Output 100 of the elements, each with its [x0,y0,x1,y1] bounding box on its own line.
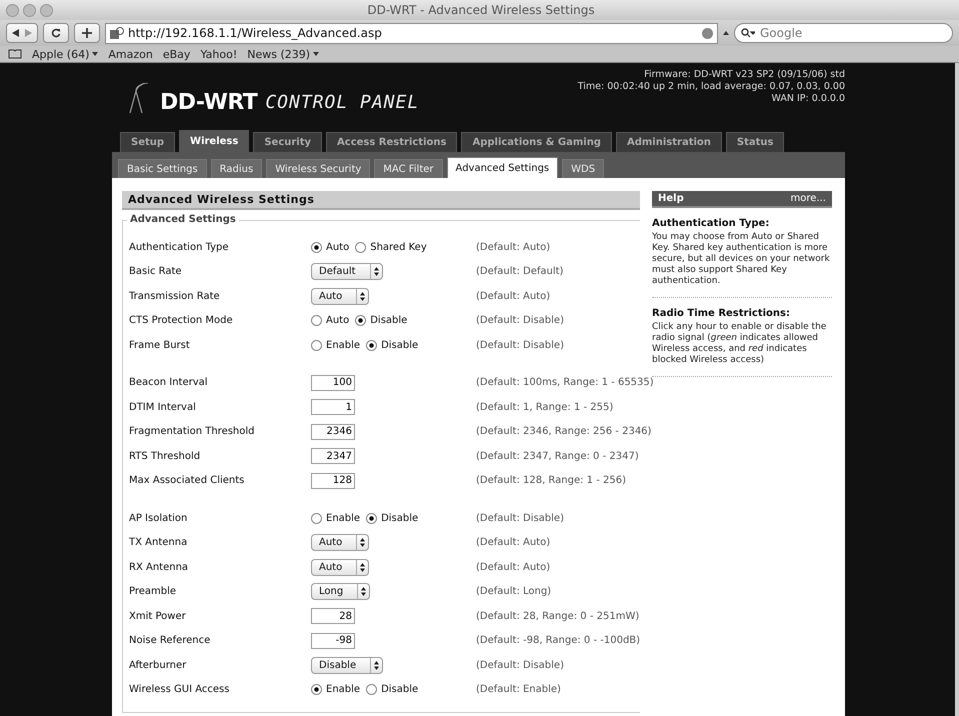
radio-button[interactable] [366,512,378,524]
input-field[interactable]: 2346 [311,424,355,440]
default-hint: (Default: Default) [476,266,564,278]
radio-button[interactable] [366,340,378,351]
setting-label: DTIM Interval [129,402,197,413]
select-dropdown[interactable]: Auto [311,288,370,305]
default-hint: (Default: Disable) [476,660,565,671]
radio-button[interactable] [366,684,378,696]
radio-option[interactable]: Disable [366,340,418,351]
select-dropdown[interactable]: Auto [311,534,370,552]
default-hint: (Default: Auto) [476,290,552,302]
help-text: You may choose from Auto or Shared Key. Shared key authentication is more secure, but all devices on your network must also support Shared Key authentication. [652,232,831,287]
bookmark-link[interactable]: eBay [162,48,190,60]
search-field[interactable]: Google [734,23,953,43]
back-icon [12,29,19,37]
more-link[interactable]: more... [790,193,826,204]
sub-tab[interactable]: MAC Filter [374,159,443,178]
setting-label: AP Isolation [129,512,188,524]
sub-tab[interactable]: Radius [210,159,262,178]
nav-tab[interactable]: Wireless [179,130,250,152]
bookmark-link[interactable]: Amazon [108,48,153,60]
section-title: Advanced Wireless Settings [122,191,640,210]
nav-tab[interactable]: Status [726,132,784,152]
help-heading: Authentication Type: [652,218,770,229]
default-hint: (Default: -98, Range: 0 - -100dB) [476,635,640,646]
sub-tab[interactable]: WDS [562,159,604,178]
updown-arrows-icon [360,538,366,548]
select-dropdown[interactable]: Auto [311,558,370,576]
default-hint: (Default: 128, Range: 1 - 256) [476,475,627,486]
input-field[interactable]: 1 [311,399,355,416]
search-icon [741,28,755,38]
status-info: Firmware: DD-WRT v23 SP2 (09/15/06) std [644,69,845,81]
default-hint: (Default: Disable) [476,315,565,326]
updown-arrows-icon [361,587,366,596]
radio-option[interactable]: Enable [311,512,360,524]
radio-option[interactable]: Disable [355,315,408,326]
select-dropdown[interactable]: Long [311,583,370,600]
fieldset-legend: Advanced Settings [127,214,239,225]
back-forward-button[interactable] [6,23,38,43]
setting-label: Afterburner [129,660,188,671]
setting-label: Basic Rate [129,266,183,278]
radio-button[interactable] [355,315,366,326]
input-field[interactable]: 128 [311,472,355,489]
logo-subtitle: CONTROL PANEL [265,92,420,115]
default-hint: (Default: Disable) [476,340,565,351]
radio-option[interactable]: Disable [366,684,418,696]
updown-arrows-icon [360,562,366,572]
radio-option[interactable]: Auto [311,315,350,326]
updown-arrows-icon [360,292,366,301]
default-hint: (Default: Auto) [476,562,552,573]
input-field[interactable]: 100 [311,374,355,391]
radio-option[interactable]: Enable [311,684,360,696]
input-field[interactable]: 2347 [311,448,355,464]
nav-tab[interactable]: Setup [120,132,176,152]
add-bookmark-button[interactable] [74,23,100,43]
window-title: DD-WRT - Advanced Wireless Settings [366,3,596,17]
setting-label: CTS Protection Mode [129,315,234,326]
refresh-circle-icon [702,28,713,38]
select-dropdown[interactable]: Disable [311,656,384,674]
setting-label: Authentication Type [129,242,230,253]
radio-option[interactable]: Disable [366,512,418,524]
radio-button[interactable] [311,512,322,524]
sub-tab[interactable]: Basic Settings [118,159,207,178]
book-icon[interactable] [8,49,22,59]
reload-button[interactable] [43,23,69,43]
status-info: Time: 00:02:40 up 2 min, load average: 0.07, 0.03, 0.00 [578,81,845,93]
radio-button[interactable] [311,242,322,253]
nav-tab[interactable]: Security [253,132,322,152]
input-field[interactable]: -98 [311,632,355,649]
setting-label: TX Antenna [129,537,188,548]
setting-label: Beacon Interval [129,377,209,388]
nav-tab[interactable]: Administration [616,132,722,152]
bookmark-link[interactable]: News (239) [247,48,320,60]
setting-label: Preamble [129,586,178,598]
input-field[interactable]: 28 [311,608,355,624]
default-hint: (Default: Auto) [476,537,552,548]
select-dropdown[interactable]: Default [311,263,383,280]
bookmark-link[interactable]: Apple (64) [32,48,98,60]
radio-button[interactable] [311,315,322,326]
address-field[interactable]: http://192.168.1.1/Wireless_Advanced.asp [105,22,718,44]
sub-tab[interactable]: Wireless Security [266,159,370,178]
nav-tab[interactable]: Access Restrictions [326,132,458,152]
help-heading: Radio Time Restrictions: [652,308,791,319]
default-hint: (Default: Auto) [476,242,552,253]
radio-button[interactable] [311,340,322,351]
plus-icon [82,28,92,38]
radio-option[interactable]: Auto [311,242,350,253]
sub-tab[interactable]: Advanced Settings [446,157,558,178]
radio-button[interactable] [311,684,322,696]
setting-label: Transmission Rate [129,290,221,302]
help-title: Help [658,193,684,204]
help-text: Click any hour to enable or disable the radio signal (green indicates allowed Wireless access, and red indicates blocked Wireless access) [652,322,828,366]
radio-option[interactable]: Shared Key [355,242,427,253]
caret-icon [723,31,729,35]
bookmark-link[interactable]: Yahoo! [200,48,238,60]
radio-option[interactable]: Enable [311,340,360,351]
reload-icon [51,28,61,38]
nav-tab[interactable]: Applications & Gaming [461,132,612,152]
radio-button[interactable] [355,242,366,253]
default-hint: (Default: 2347, Range: 0 - 2347) [476,450,640,462]
